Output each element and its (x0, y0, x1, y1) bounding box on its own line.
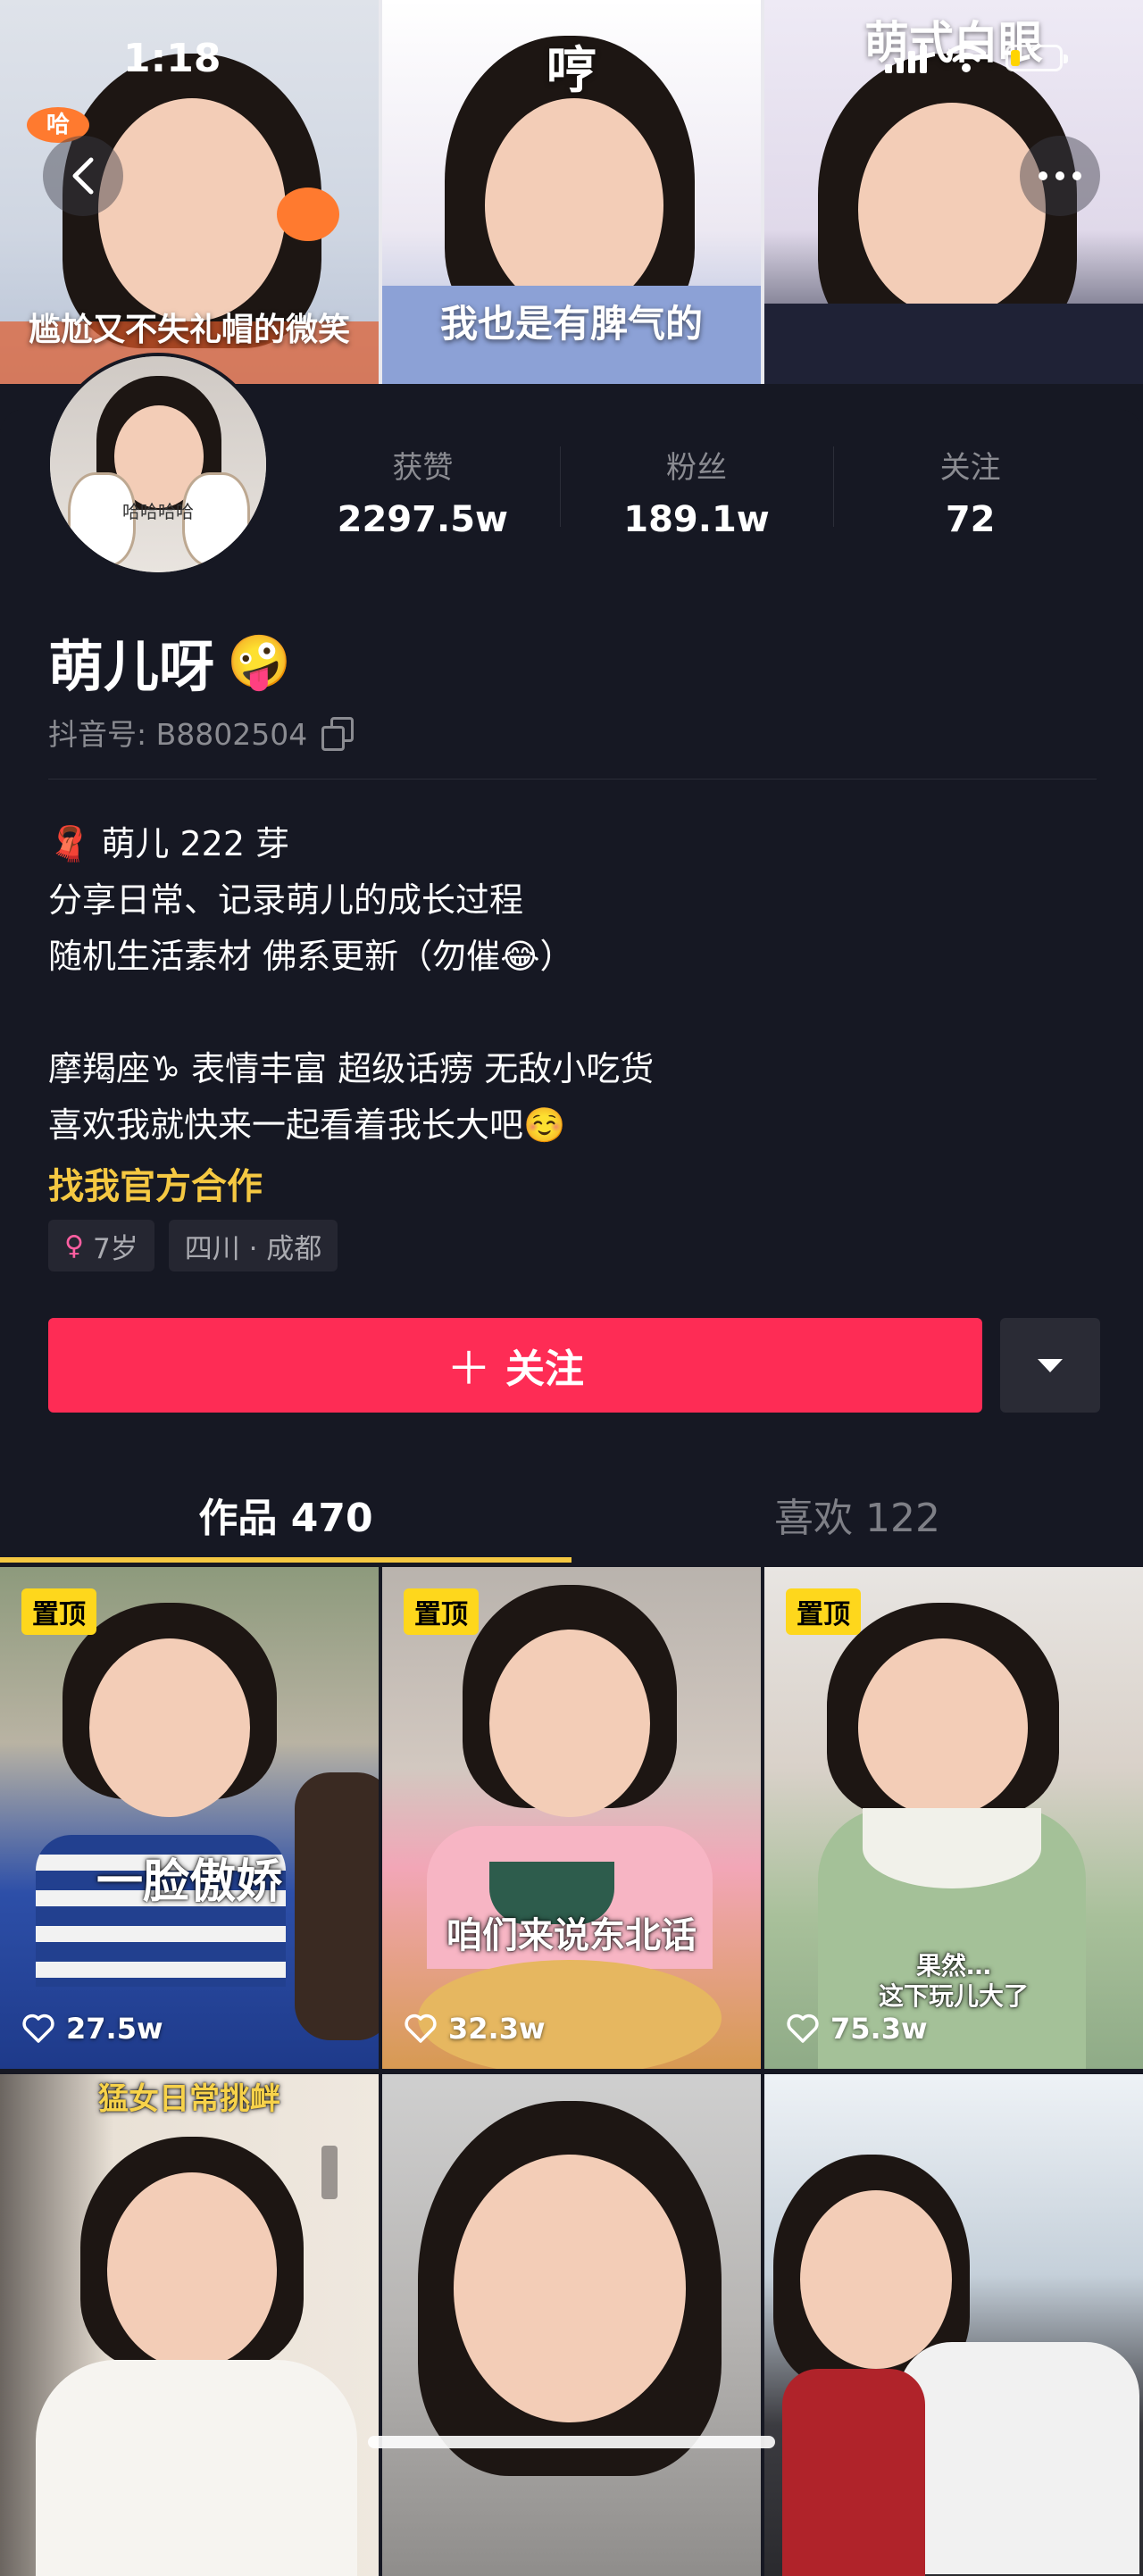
banner-top-caption: 哼 (546, 42, 597, 100)
heart-icon (405, 2013, 437, 2043)
pinned-badge: 置顶 (404, 1588, 479, 1635)
tab-likes[interactable]: 喜欢 122 (572, 1473, 1143, 1563)
tab-works[interactable]: 作品 470 (0, 1473, 572, 1563)
video-caption: 咱们来说东北话 (446, 1915, 697, 1956)
video-thumbnail[interactable]: 咱们来说东北话 置顶 32.3w (382, 1567, 761, 2069)
stat-value: 2297.5w (337, 499, 508, 540)
content-tabs: 作品 470 喜欢 122 (0, 1473, 1143, 1563)
pinned-badge: 置顶 (21, 1588, 96, 1635)
pinned-badge: 置顶 (786, 1588, 861, 1635)
video-caption: 一脸傲娇 (96, 1855, 282, 1909)
status-icons (885, 43, 1068, 73)
bio-line: 🧣 萌儿 222 芽 (48, 824, 290, 863)
stat-followers[interactable]: 粉丝 189.1w (559, 438, 834, 540)
back-button[interactable] (43, 136, 123, 216)
bio-line: 随机生活素材 佛系更新（勿催😂） (48, 937, 574, 976)
copy-icon[interactable] (321, 717, 355, 751)
avatar[interactable]: 哈哈哈哈 (46, 353, 270, 576)
video-thumbnail[interactable] (764, 2074, 1143, 2576)
stat-value: 189.1w (623, 499, 770, 540)
banner-tile: 哼 我也是有脾气的 (382, 0, 761, 384)
name-emoji: 🤪 (227, 630, 292, 692)
bio-line (48, 985, 654, 1041)
stat-label: 获赞 (392, 450, 454, 486)
location-text: 四川 · 成都 (184, 1232, 322, 1265)
battery-icon (1005, 45, 1068, 71)
heart-icon (787, 2013, 819, 2043)
cooperate-link[interactable]: 找我官方合作 (48, 1157, 263, 1209)
plus-icon: ＋ (446, 1343, 491, 1395)
follow-button[interactable]: ＋ 关注 (48, 1318, 982, 1413)
likes-count: 75.3w (786, 2012, 928, 2046)
likes-text: 75.3w (830, 2012, 928, 2046)
profile-handle: 抖音号: B8802504 (48, 711, 355, 754)
video-thumbnail[interactable]: 一脸傲娇 置顶 27.5w (0, 1567, 379, 2069)
battery-level (1011, 50, 1020, 66)
handle-text: 抖音号: B8802504 (48, 717, 308, 752)
video-thumbnail[interactable]: 猛女日常挑衅 (0, 2074, 379, 2576)
profile-name: 萌儿呀 🤪 (48, 621, 291, 702)
caret-down-icon (1038, 1358, 1063, 1372)
bio-line: 分享日常、记录萌儿的成长过程 (48, 880, 524, 920)
age-tag: ♀ 7岁 (48, 1220, 154, 1271)
likes-text: 32.3w (448, 2012, 546, 2046)
stat-label: 关注 (939, 450, 1001, 486)
banner-caption: 尴尬又不失礼帽的微笑 (28, 312, 350, 348)
video-caption: 猛女日常挑衅 (98, 2081, 280, 2117)
stat-label: 粉丝 (666, 450, 727, 486)
avatar-caption: 哈哈哈哈 (122, 501, 194, 522)
banner-caption: 我也是有脾气的 (439, 302, 703, 346)
heart-icon (22, 2013, 54, 2043)
video-caption: 果然… 这下玩儿大了 (878, 1951, 1029, 2011)
bio: 🧣 萌儿 222 芽 分享日常、记录萌儿的成长过程 随机生活素材 佛系更新（勿催… (48, 816, 654, 1154)
female-icon: ♀ (64, 1230, 84, 1262)
likes-count: 32.3w (404, 2012, 546, 2046)
recommend-dropdown-button[interactable] (1000, 1318, 1100, 1413)
stats-row: 获赞 2297.5w 粉丝 189.1w 关注 72 (286, 438, 1107, 540)
video-grid: 一脸傲娇 置顶 27.5w 咱们来说东北话 置顶 32.3w 果然… 这下玩儿大… (0, 1567, 1143, 2576)
signal-icon (885, 43, 927, 73)
video-thumbnail[interactable]: 果然… 这下玩儿大了 置顶 75.3w (764, 1567, 1143, 2069)
age-text: 7岁 (92, 1232, 138, 1265)
bio-line: 喜欢我就快来一起看着我长大吧☺️ (48, 1105, 566, 1145)
more-dots-icon (1039, 171, 1081, 180)
chevron-left-icon (72, 157, 94, 195)
home-indicator (368, 2436, 775, 2448)
follow-label: 关注 (505, 1346, 584, 1392)
likes-count: 27.5w (21, 2012, 163, 2046)
profile-tags: ♀ 7岁 四川 · 成都 (48, 1220, 338, 1271)
bio-line: 摩羯座♑ 表情丰富 超级话痨 无敌小吃货 (48, 1049, 655, 1088)
stat-value: 72 (945, 499, 996, 540)
status-time: 1:18 (123, 36, 221, 81)
stat-likes[interactable]: 获赞 2297.5w (286, 438, 560, 540)
tab-indicator (0, 1557, 572, 1563)
wifi-icon (947, 44, 986, 72)
location-tag: 四川 · 成都 (168, 1220, 338, 1271)
likes-text: 27.5w (66, 2012, 163, 2046)
profile-name-text: 萌儿呀 (48, 634, 215, 699)
more-button[interactable] (1020, 136, 1100, 216)
video-thumbnail[interactable] (382, 2074, 761, 2576)
header-banner: 哈 尴尬又不失礼帽的微笑 哼 我也是有脾气的 萌式白眼 1:18 (0, 0, 1143, 384)
stat-following[interactable]: 关注 72 (833, 438, 1107, 540)
